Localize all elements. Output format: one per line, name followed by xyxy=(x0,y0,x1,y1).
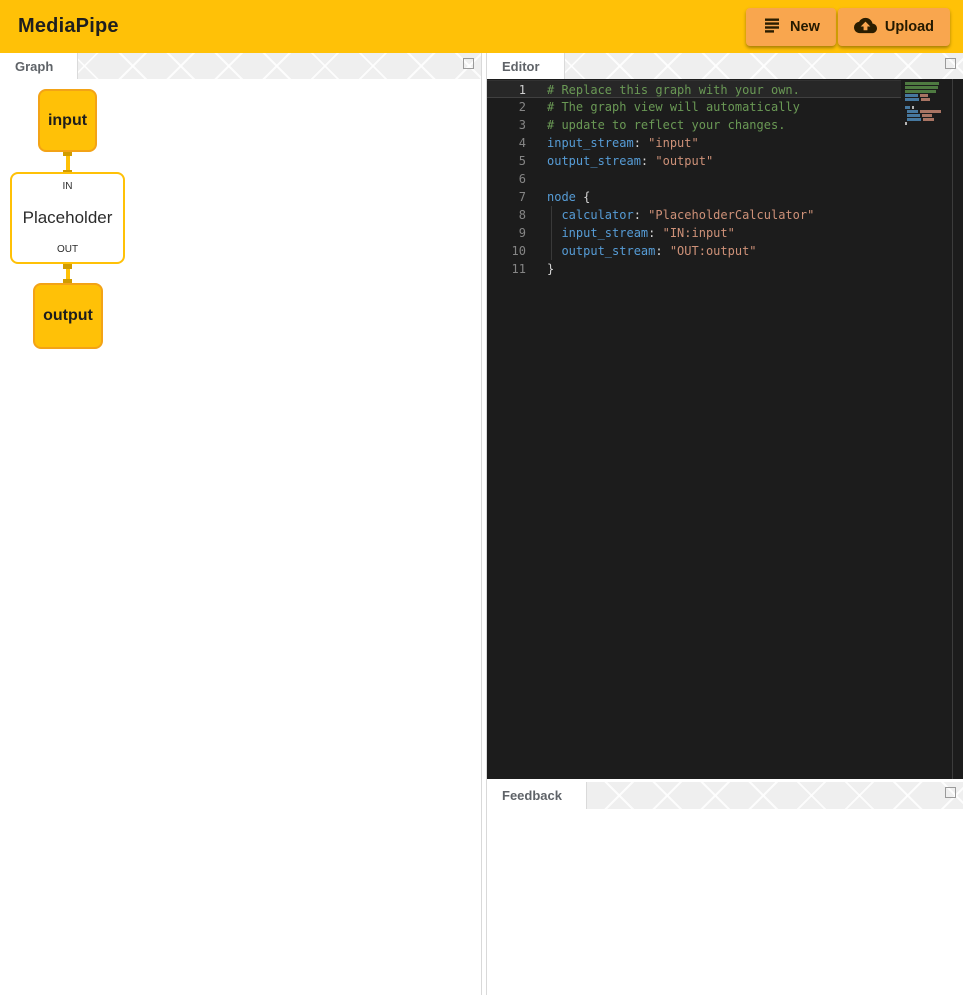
out-port-label: OUT xyxy=(57,244,78,255)
line-number: 4 xyxy=(487,134,526,152)
code-line[interactable]: 9 input_stream: "IN:input" xyxy=(487,224,901,242)
upload-button-label: Upload xyxy=(885,19,934,35)
code-line[interactable]: 4input_stream: "input" xyxy=(487,134,901,152)
new-button[interactable]: New xyxy=(746,8,836,46)
line-number: 1 xyxy=(487,81,526,97)
code-line[interactable]: 1# Replace this graph with your own. xyxy=(487,80,901,98)
maximize-icon[interactable] xyxy=(945,787,956,798)
graph-node-input[interactable]: input xyxy=(38,89,97,152)
code-editor[interactable]: 1# Replace this graph with your own.2# T… xyxy=(487,79,963,779)
new-list-icon xyxy=(762,15,782,39)
line-number: 11 xyxy=(487,260,526,278)
feedback-tabstrip: Feedback xyxy=(487,782,963,809)
line-number: 8 xyxy=(487,206,526,224)
line-number: 5 xyxy=(487,152,526,170)
line-number: 7 xyxy=(487,188,526,206)
graph-node-placeholder[interactable]: IN Placeholder OUT xyxy=(10,172,125,264)
graph-panel: Graph input IN Placeholder OUT output xyxy=(0,53,481,995)
editor-panel: Editor 1# Replace this graph with your o… xyxy=(487,53,963,779)
code-line[interactable]: 11} xyxy=(487,260,901,278)
line-number: 10 xyxy=(487,242,526,260)
tab-editor[interactable]: Editor xyxy=(487,53,565,79)
app-title: MediaPipe xyxy=(18,0,119,53)
app-header: MediaPipe New Upload xyxy=(0,0,963,53)
code-line[interactable]: 8 calculator: "PlaceholderCalculator" xyxy=(487,206,901,224)
code-line[interactable]: 2# The graph view will automatically xyxy=(487,98,901,116)
code-line[interactable]: 6 xyxy=(487,170,901,188)
code-line[interactable]: 7node { xyxy=(487,188,901,206)
graph-node-output[interactable]: output xyxy=(33,283,103,349)
node-label: output xyxy=(43,307,93,325)
graph-canvas[interactable]: input IN Placeholder OUT output xyxy=(0,79,481,995)
feedback-content xyxy=(487,809,963,995)
node-label: Placeholder xyxy=(23,208,113,228)
feedback-panel: Feedback xyxy=(487,782,963,995)
line-number: 6 xyxy=(487,170,526,188)
code-line[interactable]: 5output_stream: "output" xyxy=(487,152,901,170)
upload-button[interactable]: Upload xyxy=(838,8,950,46)
in-port-label: IN xyxy=(63,181,73,192)
line-number: 9 xyxy=(487,224,526,242)
tab-feedback[interactable]: Feedback xyxy=(487,782,587,809)
node-label: input xyxy=(48,112,87,130)
editor-scrollbar[interactable] xyxy=(952,79,953,779)
code-lines: 1# Replace this graph with your own.2# T… xyxy=(487,80,901,278)
maximize-icon[interactable] xyxy=(463,58,474,69)
header-buttons: New Upload xyxy=(746,8,950,46)
cloud-upload-icon xyxy=(854,14,877,41)
tab-graph[interactable]: Graph xyxy=(0,53,78,79)
line-number: 2 xyxy=(487,98,526,116)
code-line[interactable]: 3# update to reflect your changes. xyxy=(487,116,901,134)
maximize-icon[interactable] xyxy=(945,58,956,69)
graph-tabstrip: Graph xyxy=(0,53,481,79)
editor-minimap[interactable] xyxy=(905,82,941,126)
editor-tabstrip: Editor xyxy=(487,53,963,79)
code-line[interactable]: 10 output_stream: "OUT:output" xyxy=(487,242,901,260)
new-button-label: New xyxy=(790,19,820,35)
line-number: 3 xyxy=(487,116,526,134)
